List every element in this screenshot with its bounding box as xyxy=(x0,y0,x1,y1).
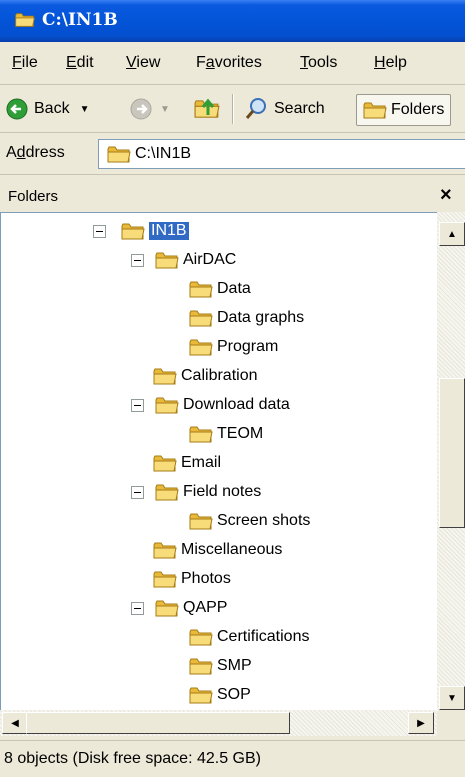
horizontal-scroll-thumb[interactable] xyxy=(26,712,290,734)
menu-bar: File Edit View Favorites Tools Help xyxy=(0,44,465,85)
tree-item-certifications[interactable]: Certifications xyxy=(189,623,309,651)
folder-icon xyxy=(189,512,213,531)
menu-view[interactable]: View xyxy=(126,54,160,72)
collapse-icon[interactable] xyxy=(131,399,144,412)
horizontal-scrollbar[interactable]: ◀ ▶ xyxy=(0,710,437,736)
folders-button[interactable]: Folders xyxy=(356,94,452,126)
tree-item-teom[interactable]: TEOM xyxy=(189,420,263,448)
tree-item-miscellaneous[interactable]: Miscellaneous xyxy=(153,536,282,564)
back-button[interactable]: Back ▼ xyxy=(6,96,89,122)
folder-icon xyxy=(153,570,177,589)
scroll-up-button[interactable]: ▲ xyxy=(439,222,465,246)
tree-item-download-data[interactable]: Download data xyxy=(131,391,290,419)
search-button[interactable]: Search xyxy=(244,96,325,122)
collapse-icon[interactable] xyxy=(131,254,144,267)
close-icon[interactable]: × xyxy=(440,184,452,207)
scroll-right-button[interactable]: ▶ xyxy=(408,712,434,734)
tree-item-data-graphs[interactable]: Data graphs xyxy=(189,304,304,332)
menu-edit[interactable]: Edit xyxy=(66,54,94,72)
collapse-icon[interactable] xyxy=(93,225,106,238)
folder-icon xyxy=(363,101,387,120)
status-text: 8 objects (Disk free space: 42.5 GB) xyxy=(4,750,261,767)
tree-item-qapp[interactable]: QAPP xyxy=(131,594,227,622)
folder-icon xyxy=(189,657,213,676)
tree-item-smp[interactable]: SMP xyxy=(189,652,252,680)
tree-item-email[interactable]: Email xyxy=(153,449,221,477)
address-label: Address xyxy=(6,144,65,161)
folder-icon xyxy=(189,280,213,299)
folder-icon xyxy=(155,483,179,502)
folder-icon xyxy=(155,599,179,618)
collapse-icon[interactable] xyxy=(131,602,144,615)
forward-dropdown-icon[interactable]: ▼ xyxy=(160,104,170,115)
menu-help[interactable]: Help xyxy=(374,54,407,72)
folder-icon xyxy=(153,541,177,560)
menu-file[interactable]: File xyxy=(12,54,38,72)
up-folder-icon xyxy=(194,98,220,121)
status-bar: 8 objects (Disk free space: 42.5 GB) xyxy=(0,740,465,777)
search-icon xyxy=(245,98,266,119)
folder-icon xyxy=(189,628,213,647)
tree-item-field-notes[interactable]: Field notes xyxy=(131,478,261,506)
vertical-scrollbar[interactable]: ▲ ▼ xyxy=(437,212,465,710)
tree-item-program[interactable]: Program xyxy=(189,333,278,361)
folder-icon xyxy=(14,12,36,28)
folder-tree: IN1B AirDAC Data Data graphs Program Cal… xyxy=(0,212,438,711)
tree-item-photos[interactable]: Photos xyxy=(153,565,231,593)
scroll-down-button[interactable]: ▼ xyxy=(439,686,465,710)
address-bar: Address C:\IN1B xyxy=(0,134,465,175)
tree-item-in1b[interactable]: IN1B xyxy=(93,217,189,245)
address-input[interactable]: C:\IN1B xyxy=(98,139,465,169)
pane-title: Folders xyxy=(8,188,59,205)
tree-item-calibration[interactable]: Calibration xyxy=(153,362,257,390)
menu-tools[interactable]: Tools xyxy=(300,54,337,72)
folder-icon xyxy=(155,396,179,415)
back-dropdown-icon[interactable]: ▼ xyxy=(80,104,90,115)
toolbar: Back ▼ ▼ Search Folders xyxy=(0,86,465,133)
folder-icon xyxy=(189,309,213,328)
folders-pane-header: Folders × xyxy=(0,182,465,212)
collapse-icon[interactable] xyxy=(131,486,144,499)
vertical-scroll-thumb[interactable] xyxy=(439,378,465,528)
folder-icon xyxy=(155,251,179,270)
folder-icon xyxy=(153,367,177,386)
up-button[interactable] xyxy=(194,96,220,122)
folder-icon xyxy=(107,145,131,164)
folder-icon xyxy=(153,454,177,473)
tree-item-screen-shots[interactable]: Screen shots xyxy=(189,507,310,535)
window-title: C:\IN1B xyxy=(42,10,118,30)
back-arrow-icon xyxy=(6,98,28,120)
tree-item-sop[interactable]: SOP xyxy=(189,681,251,709)
folder-icon xyxy=(121,222,145,241)
title-bar[interactable]: C:\IN1B xyxy=(0,0,465,42)
menu-favorites[interactable]: Favorites xyxy=(196,54,262,72)
tree-item-data[interactable]: Data xyxy=(189,275,251,303)
folder-icon xyxy=(189,425,213,444)
tree-item-airdac[interactable]: AirDAC xyxy=(131,246,236,274)
forward-button[interactable]: ▼ xyxy=(130,96,170,122)
forward-arrow-icon xyxy=(130,98,152,120)
scroll-left-button[interactable]: ◀ xyxy=(2,712,28,734)
folder-icon xyxy=(189,338,213,357)
folder-icon xyxy=(189,686,213,705)
